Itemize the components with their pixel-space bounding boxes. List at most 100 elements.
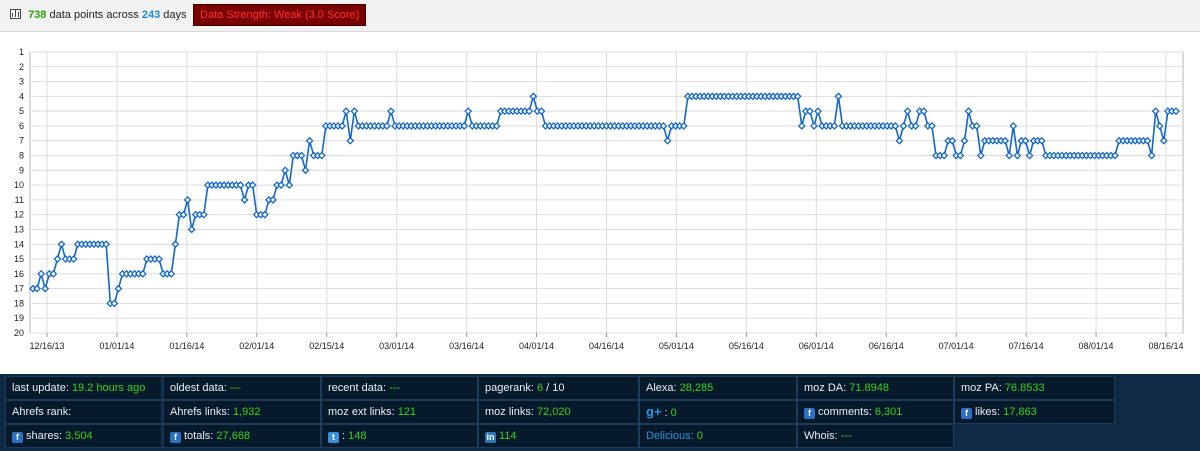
x-tick-label: 02/01/14 xyxy=(239,341,274,351)
y-tick-label: 17 xyxy=(14,284,24,294)
y-tick-label: 2 xyxy=(19,62,24,72)
stat-cell: Whois: --- xyxy=(797,424,954,448)
y-tick-label: 13 xyxy=(14,224,24,234)
y-tick-label: 15 xyxy=(14,254,24,264)
stat-cell: moz links: 72,020 xyxy=(478,400,639,424)
stat-cell: moz ext links: 121 xyxy=(321,400,478,424)
stat-label: Whois: xyxy=(804,430,841,442)
x-tick-label: 06/01/14 xyxy=(799,341,834,351)
stat-label: Ahrefs links: xyxy=(170,406,233,418)
stat-cell: Alexa: 28,285 xyxy=(639,376,797,400)
x-tick-label: 07/16/14 xyxy=(1009,341,1044,351)
chart-header: 738 data points across 243 days Data Str… xyxy=(0,0,1200,32)
x-tick-label: 02/15/14 xyxy=(309,341,344,351)
x-tick-label: 01/01/14 xyxy=(99,341,134,351)
stat-value: 17,863 xyxy=(1003,406,1037,418)
x-tick-label: 05/01/14 xyxy=(659,341,694,351)
stat-cell: Ahrefs rank: xyxy=(5,400,162,424)
stat-label: Delicious: xyxy=(646,430,697,442)
stat-value: 27,668 xyxy=(216,430,251,442)
y-tick-label: 12 xyxy=(14,210,24,220)
stat-value: 1,932 xyxy=(232,406,261,418)
stat-value: 121 xyxy=(397,406,417,418)
stats-panel: last update: 19.2 hours ago oldest data: … xyxy=(0,374,1200,451)
x-tick-label: 06/16/14 xyxy=(869,341,904,351)
stat-label: shares: xyxy=(26,430,66,442)
stat-value: 0 xyxy=(696,430,703,442)
x-tick-label: 08/16/14 xyxy=(1148,341,1183,351)
linkedin-icon: in xyxy=(485,432,496,443)
data-strength-badge: Data Strength: Weak (3.0 Score) xyxy=(193,4,367,26)
x-tick-label: 12/16/13 xyxy=(29,341,64,351)
stat-cell: f comments: 6,301 xyxy=(797,400,954,424)
stat-label: moz DA: xyxy=(804,382,850,394)
y-tick-label: 9 xyxy=(19,165,24,175)
y-tick-label: 4 xyxy=(19,91,24,101)
y-tick-label: 6 xyxy=(19,121,24,131)
stat-value: 72,020 xyxy=(536,406,571,418)
stat-cell: f likes: 17,863 xyxy=(954,400,1115,424)
y-tick-label: 10 xyxy=(14,180,24,190)
stat-label: Ahrefs rank: xyxy=(12,406,72,418)
facebook-icon: f xyxy=(170,432,181,443)
y-tick-label: 7 xyxy=(19,136,24,146)
stat-label: oldest data: xyxy=(170,382,230,394)
x-tick-label: 05/16/14 xyxy=(729,341,764,351)
stat-cell: in 114 xyxy=(478,424,639,448)
stat-value: 28,285 xyxy=(679,382,714,394)
stat-value: 76.8533 xyxy=(1004,382,1045,394)
stat-value: --- xyxy=(389,382,401,394)
y-tick-label: 20 xyxy=(14,328,24,338)
stat-value: 0 xyxy=(670,407,677,419)
x-tick-label: 04/16/14 xyxy=(589,341,624,351)
rank-chart: 1 2 3 4 5 6 7 8 9 10 11 12 13 14 15 16 17 18 19 20 12/16/13 0… xyxy=(0,33,1200,373)
facebook-icon: f xyxy=(804,408,815,419)
y-tick-label: 14 xyxy=(14,239,24,249)
x-tick-label: 04/01/14 xyxy=(519,341,554,351)
stat-label: likes: xyxy=(975,406,1004,418)
stat-cell: moz PA: 76.8533 xyxy=(954,376,1115,400)
stat-label: pagerank: xyxy=(485,382,537,394)
stat-cell: recent data: --- xyxy=(321,376,478,400)
stat-value: --- xyxy=(229,382,241,394)
stat-label: totals: xyxy=(184,430,217,442)
x-tick-label: 03/01/14 xyxy=(379,341,414,351)
stat-label: moz ext links: xyxy=(328,406,398,418)
x-tick-label: 01/16/14 xyxy=(169,341,204,351)
stat-cell: f shares: 3,504 xyxy=(5,424,162,448)
y-tick-label: 19 xyxy=(14,313,24,323)
stat-value: --- xyxy=(840,430,852,442)
y-tick-label: 3 xyxy=(19,77,24,87)
facebook-icon: f xyxy=(12,432,23,443)
stat-cell: Ahrefs links: 1,932 xyxy=(163,400,321,424)
stat-label: moz links: xyxy=(485,406,537,418)
stat-value: 19.2 hours ago xyxy=(71,382,146,394)
stat-value: 6,301 xyxy=(874,406,903,418)
x-tick-label: 03/16/14 xyxy=(449,341,484,351)
stat-cell: oldest data: --- xyxy=(163,376,321,400)
days-label: days xyxy=(163,9,187,21)
stat-cell: last update: 19.2 hours ago xyxy=(5,376,162,400)
x-tick-label: 07/01/14 xyxy=(939,341,974,351)
x-tick-label: 08/01/14 xyxy=(1079,341,1114,351)
days-count: 243 xyxy=(141,9,161,21)
stat-label: moz PA: xyxy=(961,382,1005,394)
google-plus-icon: g+ xyxy=(646,404,662,419)
rank-line-chart: 123456789101112131415161718192012/16/13 0… xyxy=(14,47,1184,351)
stat-cell: moz DA: 71.8948 xyxy=(797,376,954,400)
stat-label: last update: xyxy=(12,382,72,394)
stat-value: 3,504 xyxy=(65,430,93,442)
stat-value: 114 xyxy=(499,430,517,442)
twitter-icon: t xyxy=(328,432,339,443)
stat-cell: t: 148 xyxy=(321,424,478,448)
data-summary: 738 data points across 243 days xyxy=(10,9,187,21)
stat-cell: g+: 0 xyxy=(639,400,797,424)
y-tick-label: 8 xyxy=(19,151,24,161)
bar-chart-icon xyxy=(10,9,21,19)
stat-suffix: / 10 xyxy=(543,382,565,394)
facebook-icon: f xyxy=(961,408,972,419)
stat-label: comments: xyxy=(818,406,875,418)
stat-cell: pagerank: 6 / 10 xyxy=(478,376,639,400)
data-points-count: 738 xyxy=(28,9,47,21)
y-tick-label: 11 xyxy=(15,195,24,205)
